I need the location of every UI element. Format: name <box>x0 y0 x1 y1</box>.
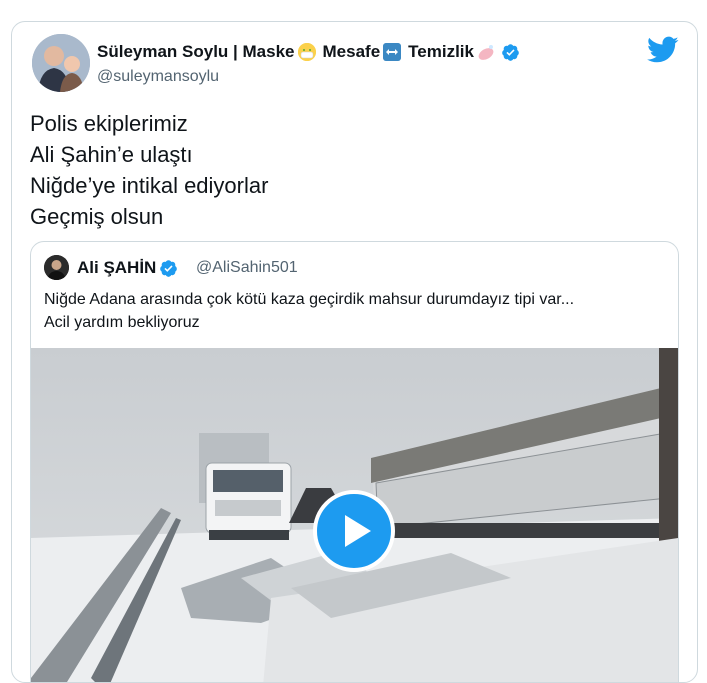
video-thumbnail[interactable] <box>31 348 678 682</box>
quoted-line: Niğde Adana arasında çok kötü kaza geçir… <box>44 291 575 308</box>
play-button[interactable] <box>313 490 395 572</box>
author-name[interactable]: Süleyman Soylu | Maske Mesafe Temizlik <box>97 42 520 62</box>
author-avatar[interactable] <box>32 34 90 92</box>
quoted-tweet[interactable]: Ali ŞAHİN @AliSahin501 Niğde Adana arası… <box>30 241 679 682</box>
verified-badge-icon <box>160 259 178 277</box>
quoted-author-handle[interactable]: @AliSahin501 <box>196 259 298 277</box>
tweet-line: Niğde’ye intikal ediyorlar <box>30 173 269 198</box>
quoted-author-name[interactable]: Ali ŞAHİN <box>77 258 178 278</box>
soap-emoji-icon <box>477 43 495 61</box>
tweet-card[interactable]: Süleyman Soylu | Maske Mesafe Temizlik @… <box>11 21 698 683</box>
left-right-arrow-emoji-icon <box>383 43 402 61</box>
play-icon <box>345 515 371 547</box>
quoted-author-avatar[interactable] <box>44 255 69 280</box>
mask-emoji-icon <box>297 43 316 61</box>
quoted-line: Acil yardım bekliyoruz <box>44 314 200 331</box>
tweet-line: Polis ekiplerimiz <box>30 111 188 136</box>
tweet-line: Geçmiş olsun <box>30 204 164 229</box>
quoted-tweet-text: Niğde Adana arasında çok kötü kaza geçir… <box>44 288 664 334</box>
tweet-line: Ali Şahin’e ulaştı <box>30 142 193 167</box>
author-handle[interactable]: @suleymansoylu <box>97 68 219 86</box>
tweet-body: Polis ekiplerimiz Ali Şahin’e ulaştı Niğ… <box>30 108 268 232</box>
verified-badge-icon <box>502 43 519 61</box>
twitter-bird-icon[interactable] <box>647 36 679 64</box>
